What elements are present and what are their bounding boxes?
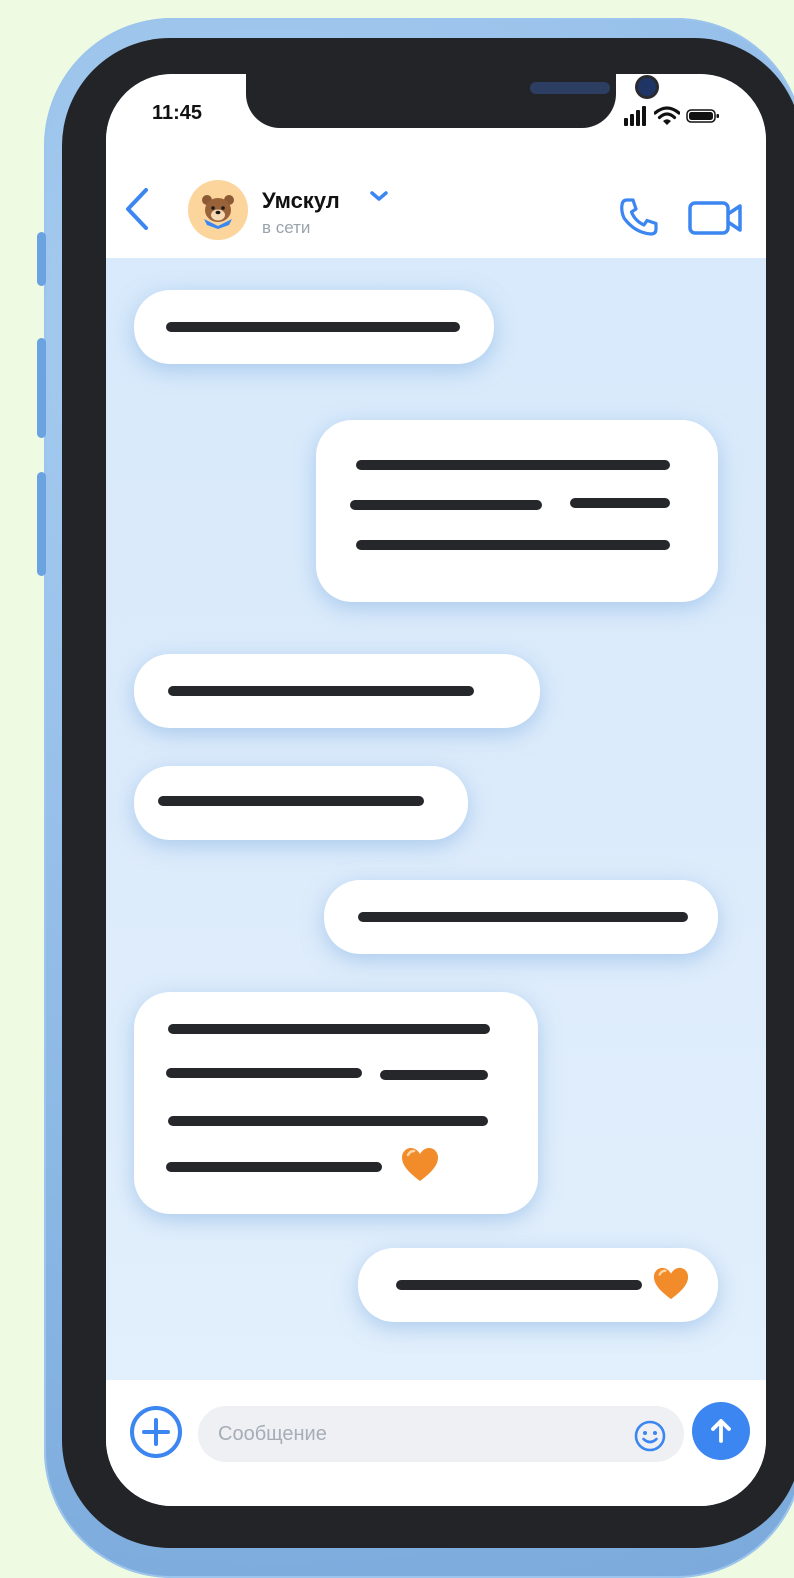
message-bubble-incoming[interactable] xyxy=(134,766,468,840)
text-line xyxy=(168,1024,490,1034)
text-line xyxy=(380,1070,488,1080)
message-bubble-outgoing[interactable] xyxy=(358,1248,718,1322)
call-button[interactable] xyxy=(618,196,660,243)
arrow-up-icon xyxy=(711,1419,731,1443)
front-camera xyxy=(638,78,656,96)
message-bubble-incoming[interactable] xyxy=(134,290,494,364)
contact-menu-toggle[interactable] xyxy=(368,188,390,209)
send-button[interactable] xyxy=(692,1402,750,1460)
orange-heart-icon xyxy=(402,1148,438,1181)
chevron-down-icon xyxy=(370,191,388,201)
message-bubble-outgoing[interactable] xyxy=(324,880,718,954)
attach-button[interactable] xyxy=(128,1404,184,1465)
text-line xyxy=(158,796,424,806)
message-bubble-incoming[interactable] xyxy=(134,654,540,728)
emoji-button[interactable] xyxy=(634,1420,666,1457)
text-line xyxy=(350,500,542,510)
notch xyxy=(246,74,656,128)
text-line xyxy=(358,912,688,922)
orange-heart-icon xyxy=(653,1267,689,1300)
message-input[interactable] xyxy=(198,1406,684,1462)
bear-mascot-icon xyxy=(202,195,234,229)
phone-icon xyxy=(620,198,658,236)
message-bubble-incoming[interactable] xyxy=(134,992,538,1214)
message-bubble-outgoing[interactable] xyxy=(316,420,718,602)
text-line xyxy=(166,1162,382,1172)
phone-volume-up xyxy=(37,338,46,438)
smiley-icon xyxy=(634,1420,666,1452)
status-time: 11:45 xyxy=(152,102,203,124)
text-line xyxy=(570,498,670,508)
back-button[interactable] xyxy=(116,182,156,236)
text-line xyxy=(168,1116,488,1126)
avatar[interactable] xyxy=(188,180,248,240)
wifi-icon xyxy=(654,106,680,125)
text-line xyxy=(166,1068,362,1078)
chat-header: 11:45 Умскул в сети xyxy=(106,74,766,258)
battery-icon xyxy=(686,109,719,123)
phone-mute-switch xyxy=(37,232,46,286)
status-icons xyxy=(624,106,720,126)
text-line xyxy=(168,686,474,696)
chevron-left-icon xyxy=(126,188,148,230)
phone-screen: 11:45 Умскул в сети Сообщение xyxy=(106,74,766,1506)
contact-status: в сети xyxy=(262,218,311,237)
text-line xyxy=(166,322,460,332)
text-line xyxy=(356,540,670,550)
contact-row: Умскул в сети xyxy=(106,174,766,244)
phone-volume-down xyxy=(37,472,46,576)
plus-circle-icon xyxy=(130,1406,182,1458)
speaker xyxy=(530,82,610,94)
text-line xyxy=(396,1280,642,1290)
contact-name[interactable]: Умскул xyxy=(262,188,340,214)
signal-icon xyxy=(624,106,646,126)
video-camera-icon xyxy=(688,201,742,235)
text-line xyxy=(356,460,670,470)
message-input-bar xyxy=(106,1380,766,1506)
video-call-button[interactable] xyxy=(688,200,744,241)
